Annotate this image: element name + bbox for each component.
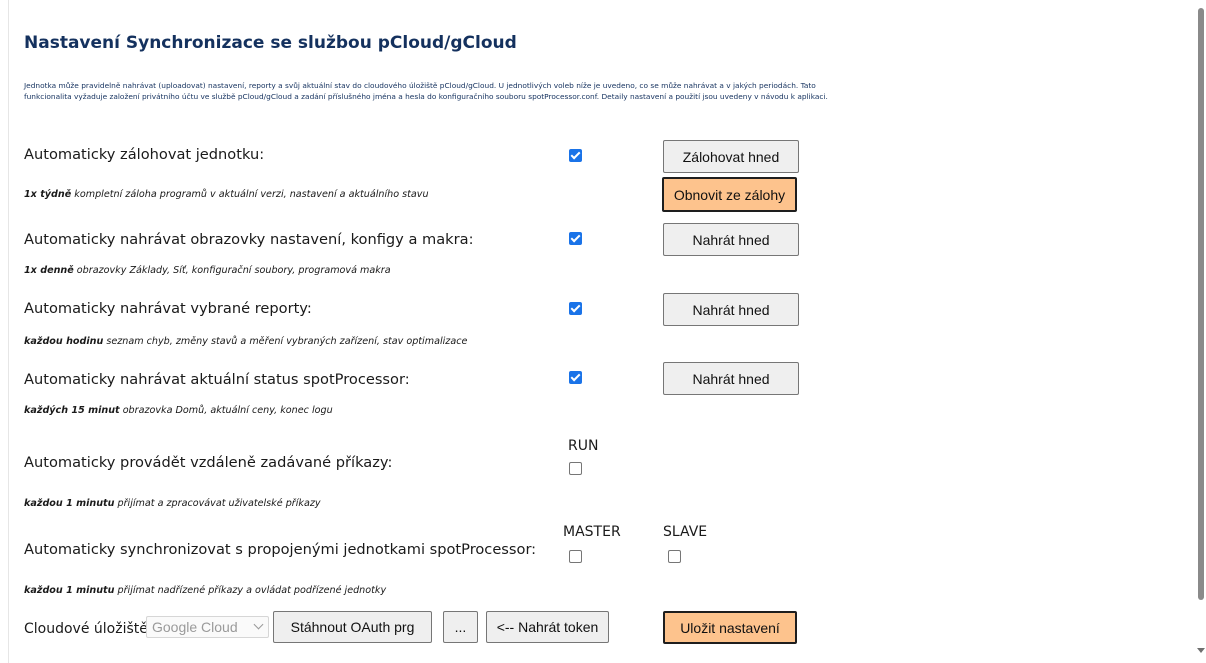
row-status-label: Automaticky nahrávat aktuální status spo… [24,371,410,388]
chevron-down-icon [253,619,264,630]
slave-column-label: SLAVE [663,524,708,540]
scroll-down-arrow-icon[interactable] [1197,648,1205,653]
scrollbar-thumb[interactable] [1198,8,1204,600]
vertical-scrollbar[interactable] [1196,0,1206,663]
row-sync-note: každou 1 minutu přijímat nadřízené příka… [24,585,387,596]
settings-upload-now-button[interactable]: Nahrát hned [663,223,799,256]
save-settings-button[interactable]: Uložit nastavení [663,611,797,644]
reports-upload-now-button[interactable]: Nahrát hned [663,293,799,326]
download-oauth-button[interactable]: Stáhnout OAuth prg [273,611,432,643]
row-settings-label: Automaticky nahrávat obrazovky nastavení… [24,231,474,248]
row-settings-note: 1x denně obrazovky Základy, Síť, konfigu… [24,265,391,276]
storage-label: Cloudové úložiště: [24,621,153,637]
row-remote-commands-note: každou 1 minutu přijímat a zpracovávat u… [24,498,321,509]
page-title: Nastavení Synchronizace se službou pClou… [24,33,517,53]
reports-upload-checkbox[interactable] [569,302,582,315]
storage-select[interactable]: Google Cloud [146,616,269,638]
settings-upload-checkbox[interactable] [569,232,582,245]
run-column-label: RUN [568,438,599,454]
row-remote-commands-label: Automaticky provádět vzdáleně zadávané p… [24,454,393,471]
status-upload-now-button[interactable]: Nahrát hned [663,362,799,395]
row-backup-note: 1x týdně kompletní záloha programů v akt… [24,189,429,200]
row-reports-note: každou hodinu seznam chyb, změny stavů a… [24,336,468,347]
backup-now-button[interactable]: Zálohovat hned [663,140,799,173]
browse-file-button[interactable]: ... [443,611,478,643]
sync-settings-page: Nastavení Synchronizace se službou pClou… [0,0,1196,663]
master-column-label: MASTER [563,524,621,540]
intro-text: Jednotka může pravidelně nahrávat (uploa… [24,81,828,101]
row-status-note: každých 15 minut obrazovka Domů, aktuáln… [24,405,333,416]
master-checkbox[interactable] [569,550,582,563]
row-reports-label: Automaticky nahrávat vybrané reporty: [24,300,312,317]
restore-from-backup-button[interactable]: Obnovit ze zálohy [662,177,797,212]
storage-select-value: Google Cloud [152,619,238,635]
run-checkbox[interactable] [569,462,582,475]
slave-checkbox[interactable] [668,550,681,563]
row-backup-label: Automaticky zálohovat jednotku: [24,146,265,163]
row-sync-label: Automaticky synchronizovat s propojenými… [24,541,537,558]
upload-token-button[interactable]: <-- Nahrát token [486,611,609,643]
status-upload-checkbox[interactable] [569,371,582,384]
backup-checkbox[interactable] [569,149,582,162]
